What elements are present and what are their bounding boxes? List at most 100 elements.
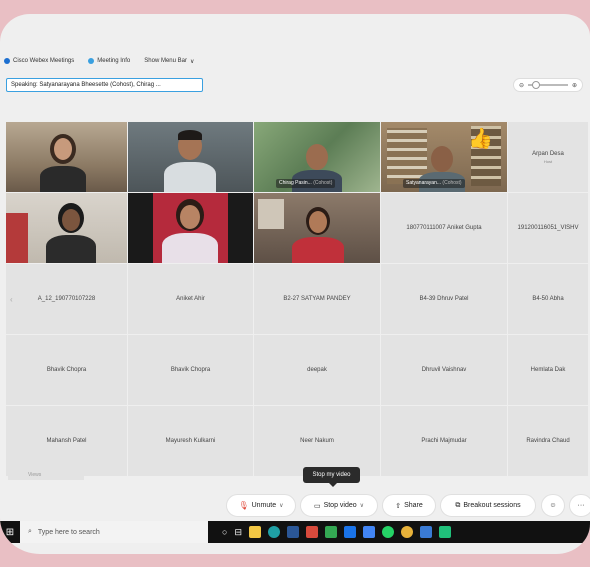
name-tag: Chirag Pasin... (Cohost) <box>276 179 336 188</box>
host-label: Host <box>543 158 553 164</box>
participant-name: B2-27 SATYAM PANDEY <box>283 296 351 302</box>
participant-name: 180770111007 Aniket Gupta <box>406 225 482 231</box>
meeting-controls: 🎙 Unmute ∨ ▭ Stop video ∨ ⇧ Share ⧉ Brea… <box>0 494 590 518</box>
thumbs-up-reaction-icon: 👍 <box>468 128 493 150</box>
edge-icon[interactable] <box>267 526 280 538</box>
chrome-icon[interactable] <box>400 526 413 538</box>
participant-tile[interactable]: Mayuresh Kulkarni <box>128 406 253 476</box>
docs-icon[interactable] <box>343 526 356 538</box>
more-options-button[interactable]: ··· <box>569 494 590 517</box>
camera-icon: ▭ <box>313 502 321 510</box>
show-menu-bar-toggle[interactable]: Show Menu Bar ∨ <box>144 58 194 65</box>
zoom-knob[interactable] <box>532 81 541 89</box>
participant-name: Ravindra Chaud <box>526 438 570 444</box>
participant-tile[interactable]: Dhruvil Vaishnav <box>381 335 507 405</box>
notes-icon[interactable] <box>419 526 432 538</box>
participant-tile[interactable]: 180770111007 Aniket Gupta <box>381 193 507 263</box>
webex-logo-icon <box>4 58 10 64</box>
participant-name: Neer Nakum <box>300 438 334 444</box>
participant-name: Dhruvil Vaishnav <box>421 367 467 373</box>
zoom-slider[interactable]: ⊖ ⊕ <box>513 78 583 92</box>
chevron-down-icon[interactable]: ∨ <box>279 502 283 509</box>
participant-tile[interactable] <box>254 193 380 263</box>
participant-tile[interactable]: Ravindra Chaud <box>508 406 588 476</box>
participant-tile[interactable] <box>6 122 127 192</box>
breakout-sessions-button[interactable]: ⧉ Breakout sessions <box>440 494 536 517</box>
participant-name: Mayuresh Kulkarni <box>165 438 216 444</box>
participant-tile[interactable]: Hemlata Dak <box>508 335 588 405</box>
windows-taskbar: ⊞ ⌕ Type here to search ○ ⊟ <box>0 521 590 543</box>
participant-name: B4-50 Abha <box>532 296 564 302</box>
participant-tile[interactable] <box>128 122 253 192</box>
participant-tile[interactable]: Bhavik Chopra <box>6 335 127 405</box>
participant-tile[interactable]: Mahansh Patel <box>6 406 127 476</box>
task-view-icon[interactable]: ⊟ <box>234 527 242 538</box>
participant-name: deepak <box>307 367 327 373</box>
participant-name: 191200116051_VISHV <box>517 225 579 231</box>
microphone-muted-icon: 🎙 <box>238 501 249 510</box>
webex-window: Cisco Webex Meetings Meeting Info Show M… <box>0 14 590 554</box>
participant-tile[interactable]: deepak <box>254 335 380 405</box>
participant-tile-satyanarayana[interactable]: 👍 Satyanarayan... (Cohost) <box>381 122 507 192</box>
taskbar-search-input[interactable]: ⌕ Type here to search <box>20 521 208 543</box>
participant-tile[interactable]: B2-27 SATYAM PANDEY <box>254 264 380 334</box>
windows-start-icon[interactable]: ⊞ <box>0 527 20 538</box>
participant-name: Hemlata Dak <box>530 367 566 373</box>
views-label[interactable]: Views <box>8 470 84 480</box>
smiley-icon: ☺ <box>549 502 557 509</box>
participant-tile[interactable]: B4-39 Dhruv Patel <box>381 264 507 334</box>
zoom-track[interactable] <box>528 81 568 89</box>
zoom-out-icon[interactable]: ⊖ <box>519 82 524 89</box>
participant-tile[interactable]: ‹ A_12_190770107228 <box>6 264 127 334</box>
video-feed <box>6 122 127 192</box>
webex-taskbar-icon[interactable] <box>438 526 451 538</box>
participant-tile[interactable]: 191200116051_VISHV <box>508 193 588 263</box>
participant-name: A_12_190770107228 <box>37 296 96 302</box>
zoom-in-icon[interactable]: ⊕ <box>572 82 577 89</box>
participant-tile[interactable]: Neer Nakum <box>254 406 380 476</box>
participant-tile[interactable]: Arpan Desa Host <box>508 122 588 192</box>
reactions-button[interactable]: ☺ <box>541 494 565 517</box>
share-button[interactable]: ⇧ Share <box>382 494 436 517</box>
share-icon: ⇧ <box>395 502 402 510</box>
name-tag: Satyanarayan... (Cohost) <box>403 179 465 188</box>
drive-icon[interactable] <box>324 526 337 538</box>
chevron-down-icon[interactable]: ∨ <box>360 502 364 509</box>
video-feed <box>254 193 380 263</box>
participant-tile[interactable]: Bhavik Chopra <box>128 335 253 405</box>
meeting-info-menu[interactable]: Meeting Info <box>88 58 130 64</box>
file-explorer-icon[interactable] <box>248 526 261 538</box>
speaking-indicator: Speaking: Satyanarayana Bheesette (Cohos… <box>6 78 203 92</box>
search-icon: ⌕ <box>28 528 32 535</box>
participant-name: Bhavik Chopra <box>170 367 211 373</box>
participant-tile[interactable]: Aniket Ahir <box>128 264 253 334</box>
calendar-icon[interactable] <box>362 526 375 538</box>
taskbar-apps: ○ ⊟ <box>222 526 451 538</box>
word-icon[interactable] <box>286 526 299 538</box>
app-menu[interactable]: Cisco Webex Meetings <box>4 58 74 64</box>
chevron-down-icon: ∨ <box>189 58 195 65</box>
gmail-icon[interactable] <box>305 526 318 538</box>
cortana-icon[interactable]: ○ <box>222 527 227 537</box>
participant-name: Aniket Ahir <box>176 296 205 302</box>
video-feed <box>128 122 253 192</box>
stop-video-tooltip: Stop my video <box>303 467 360 487</box>
participant-name: Mahansh Patel <box>46 438 87 444</box>
video-feed <box>6 193 127 263</box>
participant-grid: Chirag Pasin... (Cohost) 👍 Satyanarayan.… <box>6 122 590 480</box>
participant-tile-chirag[interactable]: Chirag Pasin... (Cohost) <box>254 122 380 192</box>
chevron-left-icon[interactable]: ‹ <box>10 295 13 304</box>
participant-tile[interactable] <box>6 193 127 263</box>
unmute-button[interactable]: 🎙 Unmute ∨ <box>226 494 296 517</box>
stop-video-button[interactable]: ▭ Stop video ∨ <box>300 494 378 517</box>
participant-tile[interactable] <box>128 193 253 263</box>
participant-name: Prachi Majmudar <box>421 438 467 444</box>
info-icon <box>88 58 95 64</box>
participant-name: B4-39 Dhruv Patel <box>419 296 469 302</box>
participant-name: Bhavik Chopra <box>46 367 87 373</box>
participant-tile[interactable]: B4-50 Abha <box>508 264 588 334</box>
participant-tile[interactable]: Prachi Majmudar <box>381 406 507 476</box>
menu-bar: Cisco Webex Meetings Meeting Info Show M… <box>0 54 590 68</box>
video-feed <box>128 193 253 263</box>
whatsapp-icon[interactable] <box>381 526 394 538</box>
